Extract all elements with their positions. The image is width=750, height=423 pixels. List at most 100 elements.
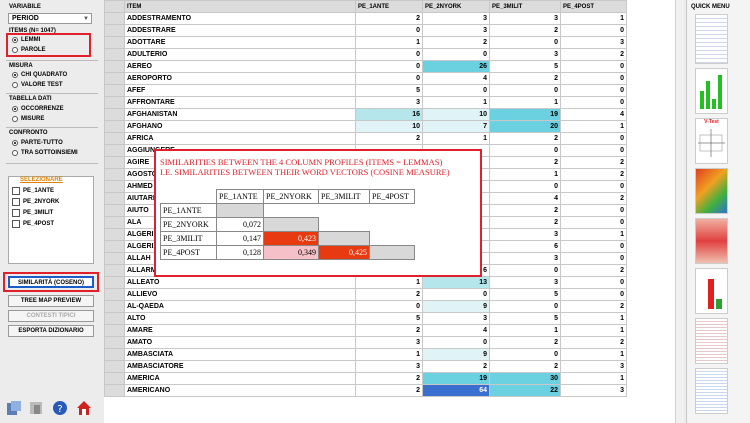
row-header[interactable] [104,252,125,265]
item-cell[interactable]: AFGHANISTAN [124,108,356,121]
table-row[interactable]: AMERICA 2 19 30 1 [104,372,627,385]
row-header[interactable] [104,84,125,97]
thumb-bar-chart[interactable] [695,68,728,114]
row-header[interactable] [104,300,125,313]
item-cell[interactable]: ADDESTRAMENTO [124,12,356,25]
count-cell[interactable]: 5 [355,312,423,325]
count-cell[interactable]: 2 [489,132,561,145]
count-cell[interactable]: 1 [355,348,423,361]
similarita-button[interactable]: SIMILARITÀ (COSENO) [8,276,94,288]
count-cell[interactable]: 1 [422,132,490,145]
radio-tra-sottoinsiemi[interactable]: TRA SOTTOINSIEMI [12,150,78,156]
count-cell[interactable]: 2 [560,48,627,61]
row-header[interactable] [104,72,125,85]
radio-valore-test[interactable]: VALORE TEST [12,82,63,88]
count-cell[interactable]: 2 [489,24,561,37]
thumb-bar-chart-red[interactable] [695,268,728,314]
count-cell[interactable]: 3 [489,252,561,265]
count-cell[interactable]: 1 [355,276,423,289]
row-header[interactable] [104,384,125,397]
radio-parole[interactable]: PAROLE [12,47,46,53]
thumb-table-2[interactable] [695,368,728,414]
count-cell[interactable]: 26 [422,60,490,73]
count-cell[interactable]: 10 [422,108,490,121]
count-cell[interactable]: 3 [355,360,423,373]
count-cell[interactable]: 0 [560,276,627,289]
count-cell[interactable]: 2 [422,360,490,373]
tools-icon[interactable] [6,400,22,416]
count-cell[interactable]: 2 [560,192,627,205]
check-pe-1ante[interactable]: PE_1ANTE [12,187,54,195]
table-row[interactable]: AFEF 5 0 0 0 [104,84,627,97]
radio-occorrenze[interactable]: OCCORRENZE [12,106,64,112]
col-header-item[interactable]: ITEM [124,0,356,13]
col-header-pe-4post[interactable]: PE_4POST [560,0,627,13]
count-cell[interactable]: 0 [489,180,561,193]
row-header[interactable] [104,36,125,49]
table-row[interactable]: AEROPORTO 0 4 2 0 [104,72,627,85]
row-header[interactable] [104,120,125,133]
count-cell[interactable]: 1 [489,96,561,109]
count-cell[interactable]: 2 [355,132,423,145]
thumb-tree-map[interactable] [695,168,728,214]
thumb-table[interactable] [695,14,728,64]
count-cell[interactable]: 1 [560,12,627,25]
count-cell[interactable]: 2 [489,72,561,85]
item-cell[interactable]: AMERICA [124,372,356,385]
count-cell[interactable]: 20 [489,120,561,133]
count-cell[interactable]: 2 [422,36,490,49]
check-pe-3milit[interactable]: PE_3MILIT [12,209,53,217]
count-cell[interactable]: 6 [489,240,561,253]
item-cell[interactable]: AEROPORTO [124,72,356,85]
col-header-pe-2nyork[interactable]: PE_2NYORK [422,0,490,13]
count-cell[interactable]: 0 [489,144,561,157]
count-cell[interactable]: 1 [489,168,561,181]
row-header[interactable] [104,96,125,109]
row-header[interactable] [104,228,125,241]
count-cell[interactable]: 0 [422,288,490,301]
count-cell[interactable]: 64 [422,384,490,397]
count-cell[interactable]: 0 [355,72,423,85]
table-row[interactable]: AFFRONTARE 3 1 1 0 [104,96,627,109]
tree-map-button[interactable]: TREE MAP PREVIEW [8,295,94,307]
count-cell[interactable]: 0 [560,60,627,73]
count-cell[interactable]: 3 [560,384,627,397]
count-cell[interactable]: 1 [560,228,627,241]
item-cell[interactable]: ALLEATO [124,276,356,289]
table-row[interactable]: AMBASCIATA 1 9 0 1 [104,348,627,361]
count-cell[interactable]: 2 [560,264,627,277]
count-cell[interactable]: 0 [560,204,627,217]
row-header[interactable] [104,192,125,205]
contesti-button[interactable]: CONTESTI TIPICI [8,310,94,322]
row-header[interactable] [104,156,125,169]
row-header[interactable] [104,48,125,61]
count-cell[interactable]: 0 [560,72,627,85]
row-header[interactable] [104,264,125,277]
count-cell[interactable]: 0 [560,240,627,253]
count-cell[interactable]: 5 [489,312,561,325]
count-cell[interactable]: 2 [355,288,423,301]
row-header[interactable] [104,180,125,193]
table-row[interactable]: AFGHANO 10 7 20 1 [104,120,627,133]
count-cell[interactable]: 2 [489,156,561,169]
item-cell[interactable]: AMBASCIATORE [124,360,356,373]
thumb-list[interactable] [695,318,728,364]
item-cell[interactable]: AMERICANO [124,384,356,397]
row-header[interactable] [104,168,125,181]
item-cell[interactable]: ADOTTARE [124,36,356,49]
row-header[interactable] [104,312,125,325]
count-cell[interactable]: 0 [560,180,627,193]
item-cell[interactable]: AL-QAEDA [124,300,356,313]
count-cell[interactable]: 2 [560,168,627,181]
row-header[interactable] [104,336,125,349]
item-cell[interactable]: AFGHANO [124,120,356,133]
count-cell[interactable]: 30 [489,372,561,385]
count-cell[interactable]: 3 [489,48,561,61]
count-cell[interactable]: 0 [422,84,490,97]
count-cell[interactable]: 19 [489,108,561,121]
row-header[interactable] [104,324,125,337]
variabile-select[interactable]: PERIOD ▼ [8,13,92,24]
item-cell[interactable]: AMATO [124,336,356,349]
help-icon[interactable]: ? [52,400,68,416]
table-row[interactable]: ALTO 5 3 5 1 [104,312,627,325]
